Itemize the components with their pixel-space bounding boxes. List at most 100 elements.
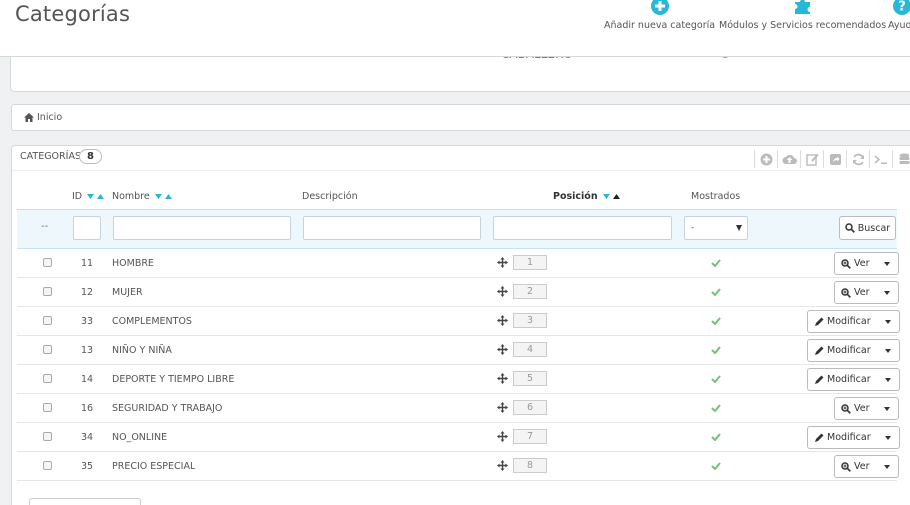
table-row[interactable]: 11 HOMBRE 1 Ver [17,249,899,278]
drag-move-icon[interactable] [497,344,508,355]
edit-icon[interactable] [800,150,823,168]
export-icon[interactable] [823,150,846,168]
row-action-label: Modificar [827,432,871,443]
add-category-label: Añadir nueva categoría [604,20,716,31]
row-action-label: Ver [854,258,870,269]
sort-arrows-icon[interactable] [154,193,172,200]
sort-arrows-icon[interactable] [87,193,105,200]
column-header-name[interactable]: Nombre [112,191,172,202]
caret-down-icon [736,225,742,231]
check-icon[interactable] [711,288,721,296]
pencil-icon [815,346,824,355]
view-button[interactable]: Ver [835,253,876,274]
view-button[interactable]: Ver [835,398,876,419]
pencil-icon [815,317,824,326]
pencil-icon [815,433,824,442]
table-row[interactable]: 34 NO_ONLINE 7 Modificar [17,423,900,452]
row-action-dropdown[interactable] [876,398,898,419]
row-name: SEGURIDAD Y TRABAJO [112,403,223,414]
row-action-dropdown[interactable] [876,282,898,303]
zoom-in-icon [841,461,851,472]
row-action-dropdown[interactable] [877,369,899,390]
row-position: 6 [513,400,547,415]
check-icon[interactable] [711,317,721,325]
filter-id-input[interactable] [73,216,101,240]
check-icon[interactable] [711,433,721,441]
add-category-button[interactable]: Añadir nueva categoría [604,0,715,31]
row-name: COMPLEMENTOS [112,316,192,327]
filter-placeholder: -- [41,221,49,232]
caret-down-icon [883,261,890,266]
check-icon[interactable] [711,462,721,470]
table-row[interactable]: 12 MUJER 2 Ver [17,278,899,307]
zoom-in-icon [841,258,851,269]
drag-move-icon[interactable] [497,373,508,384]
row-checkbox[interactable] [43,374,52,383]
column-header-id[interactable]: ID [72,191,105,202]
modules-button[interactable]: Módulos y Servicios recomendados [719,0,886,31]
edit-button[interactable]: Modificar [808,427,877,448]
row-action-dropdown[interactable] [877,311,899,332]
row-checkbox[interactable] [43,258,52,267]
row-action-group: Ver [834,397,899,420]
row-checkbox[interactable] [43,316,52,325]
filter-row: -- - Buscar [17,209,897,249]
filter-shown-select[interactable]: - [684,216,748,240]
filter-description-input[interactable] [303,216,481,240]
upload-icon[interactable] [777,150,800,168]
svg-text:?: ? [898,0,906,15]
refresh-icon[interactable] [846,150,869,168]
add-icon[interactable] [754,150,777,168]
search-button[interactable]: Buscar [839,216,896,240]
table-row[interactable]: 33 COMPLEMENTOS 3 Modificar [17,307,900,336]
breadcrumb-home-link[interactable]: Inicio [37,112,62,123]
row-id: 13 [81,345,94,356]
row-action-group: Modificar [807,339,900,362]
row-action-dropdown[interactable] [877,340,899,361]
row-action-label: Modificar [827,345,871,356]
drag-move-icon[interactable] [497,402,508,413]
drag-move-icon[interactable] [497,315,508,326]
table-row[interactable]: 14 DEPORTE Y TIEMPO LIBRE 5 Modificar [17,365,900,394]
database-icon[interactable] [892,150,910,168]
caret-down-icon [883,464,890,469]
view-button[interactable]: Ver [835,456,876,477]
table-row[interactable]: 16 SEGURIDAD Y TRABAJO 6 Ver [17,394,899,423]
bulk-actions-button[interactable] [29,498,141,505]
help-label: Ayuda [888,20,910,31]
row-checkbox[interactable] [43,345,52,354]
zoom-in-icon [841,403,851,414]
check-icon[interactable] [711,259,721,267]
drag-move-icon[interactable] [497,460,508,471]
row-checkbox[interactable] [43,432,52,441]
row-name: HOMBRE [112,258,154,269]
check-icon[interactable] [711,404,721,412]
filter-position-input[interactable] [493,216,672,240]
drag-move-icon[interactable] [497,431,508,442]
sort-arrows-icon[interactable] [602,193,620,200]
check-icon[interactable] [711,375,721,383]
row-action-dropdown[interactable] [876,253,898,274]
edit-button[interactable]: Modificar [808,369,877,390]
drag-move-icon[interactable] [497,257,508,268]
edit-button[interactable]: Modificar [808,340,877,361]
edit-button[interactable]: Modificar [808,311,877,332]
zoom-in-icon [841,287,851,298]
table-row[interactable]: 35 PRECIO ESPECIAL 8 Ver [17,452,899,481]
view-button[interactable]: Ver [835,282,876,303]
row-action-dropdown[interactable] [877,427,899,448]
terminal-icon[interactable] [869,150,892,168]
help-button[interactable]: ? Ayuda [888,0,910,31]
drag-move-icon[interactable] [497,286,508,297]
column-header-position[interactable]: Posición [553,191,620,202]
breadcrumb: Inicio [11,104,910,131]
row-checkbox[interactable] [43,287,52,296]
check-icon[interactable] [711,346,721,354]
row-checkbox[interactable] [43,461,52,470]
row-name: PRECIO ESPECIAL [112,461,196,472]
row-position: 7 [513,429,547,444]
row-checkbox[interactable] [43,403,52,412]
table-row[interactable]: 13 NIÑO Y NIÑA 4 Modificar [17,336,900,365]
row-action-dropdown[interactable] [876,456,898,477]
filter-name-input[interactable] [113,216,291,240]
